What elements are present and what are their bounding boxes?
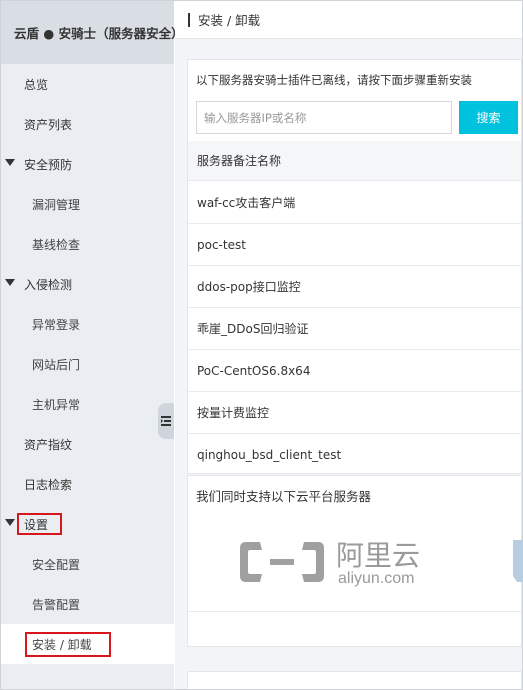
sidebar-item-label: 基线检查: [32, 237, 81, 252]
aliyun-logo-icon: [240, 542, 324, 582]
sidebar-item-label: 主机异常: [32, 397, 81, 412]
table-row[interactable]: 乖崖_DDoS回归验证: [188, 308, 521, 350]
sidebar-item-label: 日志检索: [24, 477, 73, 492]
caret-down-icon: [5, 519, 15, 526]
caret-down-icon: [5, 159, 15, 166]
aliyun-logo: 阿里云 aliyun.com: [238, 532, 438, 592]
table-header-server-name: 服务器备注名称: [188, 141, 521, 181]
aliyun-logo-text: 阿里云: [336, 539, 421, 572]
sidebar-item-label: 告警配置: [32, 597, 81, 612]
next-card: [187, 671, 522, 689]
sidebar: 云盾 ● 安骑士（服务器安全） 总览 资产列表 安全预防 漏洞管理 基线检查 入…: [1, 1, 184, 689]
sidebar-collapse-toggle[interactable]: [158, 403, 174, 439]
sidebar-item-label: 资产列表: [24, 117, 73, 132]
sidebar-item-label: 异常登录: [32, 317, 81, 332]
sidebar-item-intrusion-detection[interactable]: 入侵检测: [1, 264, 174, 304]
sidebar-item-label: 资产指纹: [24, 437, 73, 452]
sidebar-item-abnormal-login[interactable]: 异常登录: [1, 304, 174, 344]
card-divider: [188, 611, 521, 612]
sidebar-item-label: 漏洞管理: [32, 197, 81, 212]
sidebar-item-security-prevention[interactable]: 安全预防: [1, 144, 174, 184]
sidebar-item-host-anomaly[interactable]: 主机异常: [1, 384, 174, 424]
title-bar-accent: [188, 12, 190, 27]
sidebar-item-label: 安全预防: [24, 157, 73, 172]
table-row[interactable]: poc-test: [188, 224, 521, 266]
app-title: 云盾 ● 安骑士（服务器安全）: [1, 1, 184, 64]
supported-platforms-card: 我们同时支持以下云平台服务器 阿里云 aliyun.com: [187, 475, 523, 647]
sidebar-item-security-config[interactable]: 安全配置: [1, 544, 174, 584]
main-content: 以下服务器安骑士插件已离线，请按下面步骤重新安装 搜索 服务器备注名称 waf-…: [175, 39, 523, 689]
sidebar-item-overview[interactable]: 总览: [1, 64, 174, 104]
highlight-box-settings: [17, 513, 62, 535]
table-row[interactable]: 按量计费监控: [188, 392, 521, 434]
sidebar-item-log-search[interactable]: 日志检索: [1, 464, 174, 504]
main-header: 安装 / 卸载: [175, 1, 522, 39]
sidebar-item-vulnerability-management[interactable]: 漏洞管理: [1, 184, 174, 224]
aliyun-logo-domain: aliyun.com: [338, 570, 415, 587]
partial-logo-icon: [513, 540, 523, 582]
caret-down-icon: [5, 279, 15, 286]
collapse-menu-icon: [161, 416, 171, 426]
search-button[interactable]: 搜索: [459, 101, 518, 134]
offline-notice: 以下服务器安骑士插件已离线，请按下面步骤重新安装: [196, 73, 472, 87]
highlight-box-install: [25, 632, 111, 657]
sidebar-item-label: 安全配置: [32, 557, 81, 572]
sidebar-item-asset-fingerprint[interactable]: 资产指纹: [1, 424, 174, 464]
table-row[interactable]: ddos-pop接口监控: [188, 266, 521, 308]
table-row[interactable]: waf-cc攻击客户端: [188, 182, 521, 224]
sidebar-item-asset-list[interactable]: 资产列表: [1, 104, 174, 144]
sidebar-item-label: 网站后门: [32, 357, 81, 372]
sidebar-item-alert-config[interactable]: 告警配置: [1, 584, 174, 624]
table-row[interactable]: PoC-CentOS6.8x64: [188, 350, 521, 392]
sidebar-item-label: 总览: [24, 77, 49, 92]
platforms-title: 我们同时支持以下云平台服务器: [196, 489, 372, 504]
page-title: 安装 / 卸载: [198, 13, 261, 28]
sidebar-item-webshell[interactable]: 网站后门: [1, 344, 174, 384]
sidebar-item-baseline-check[interactable]: 基线检查: [1, 224, 174, 264]
partial-platform-logo: [511, 536, 523, 586]
offline-servers-card: 以下服务器安骑士插件已离线，请按下面步骤重新安装 搜索 服务器备注名称 waf-…: [187, 59, 522, 474]
sidebar-item-label: 入侵检测: [24, 277, 73, 292]
table-row[interactable]: qinghou_bsd_client_test: [188, 434, 521, 476]
server-search-input[interactable]: [196, 101, 452, 134]
